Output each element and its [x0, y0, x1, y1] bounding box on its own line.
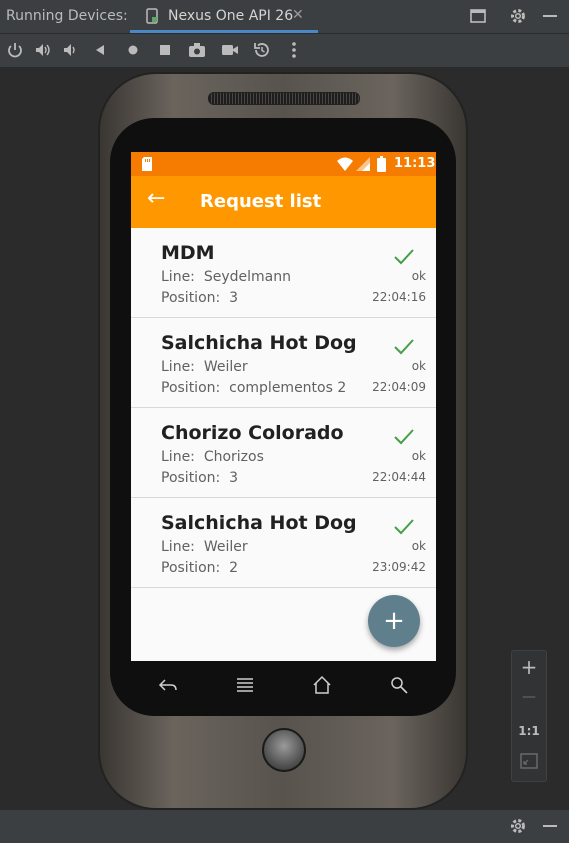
- list-item[interactable]: Salchicha Hot Dog Line: Weiler Position:…: [131, 318, 436, 408]
- request-time: 23:09:42: [372, 560, 426, 574]
- nav-search-icon[interactable]: [388, 674, 410, 696]
- phone-nav-keys: [131, 662, 436, 706]
- device-tab-label: Nexus One API 26: [168, 8, 294, 24]
- zoom-in-button[interactable]: +: [512, 655, 546, 679]
- position-value: 3: [229, 290, 239, 306]
- request-name: Chorizo Colorado: [161, 422, 344, 444]
- zoom-out-button[interactable]: —: [512, 689, 546, 705]
- fit-screen-icon[interactable]: [520, 753, 538, 769]
- wifi-icon: [337, 157, 353, 171]
- position-value: 3: [229, 470, 239, 486]
- request-position: Position: complementos 2: [161, 380, 346, 396]
- panel-title: Running Devices:: [6, 8, 128, 24]
- sd-card-icon: [142, 157, 152, 171]
- line-label: Line:: [161, 539, 195, 555]
- checkmark-icon: [394, 429, 414, 445]
- request-time: 22:04:16: [372, 290, 426, 304]
- page-title: Request list: [200, 191, 322, 212]
- more-options-icon[interactable]: [284, 40, 304, 60]
- list-item[interactable]: Chorizo Colorado Line: Chorizos Position…: [131, 408, 436, 498]
- line-value: Chorizos: [203, 449, 264, 465]
- window-layout-icon[interactable]: [468, 6, 488, 26]
- list-item[interactable]: MDM Line: Seydelmann Position: 3 ok 22:0…: [131, 228, 436, 318]
- device-icon: [146, 8, 158, 24]
- record-video-icon[interactable]: [220, 40, 240, 60]
- volume-up-icon[interactable]: [33, 40, 53, 60]
- nav-home-icon[interactable]: [311, 674, 333, 696]
- zoom-actual-size-button[interactable]: 1:1: [512, 724, 546, 738]
- volume-down-icon[interactable]: [61, 40, 81, 60]
- request-name: Salchicha Hot Dog: [161, 512, 357, 534]
- request-status: ok: [411, 269, 426, 283]
- phone-trackball[interactable]: [262, 728, 306, 772]
- zoom-controls: + — 1:1: [511, 650, 547, 782]
- status-time: 11:13: [394, 156, 436, 171]
- request-time: 22:04:44: [372, 470, 426, 484]
- app-bar: ← Request list: [131, 176, 436, 228]
- camera-icon[interactable]: [187, 40, 207, 60]
- request-line: Line: Weiler: [161, 539, 248, 555]
- nav-back-icon[interactable]: [157, 674, 179, 696]
- plus-icon: +: [383, 606, 405, 636]
- hide-panel-icon[interactable]: [540, 816, 560, 836]
- request-line: Line: Chorizos: [161, 449, 264, 465]
- request-name: MDM: [161, 242, 215, 264]
- device-tab[interactable]: Nexus One API 26 ✕: [130, 0, 318, 33]
- line-label: Line:: [161, 449, 195, 465]
- request-status: ok: [411, 359, 426, 373]
- request-name: Salchicha Hot Dog: [161, 332, 357, 354]
- tab-underline: [130, 30, 318, 33]
- position-label: Position:: [161, 380, 221, 396]
- line-value: Weiler: [203, 359, 248, 375]
- line-value: Weiler: [203, 539, 248, 555]
- android-status-bar: 11:13: [131, 152, 436, 176]
- signal-icon: [356, 157, 370, 171]
- line-label: Line:: [161, 359, 195, 375]
- emulator-toolbar: [0, 34, 569, 67]
- phone-speaker: [208, 92, 360, 105]
- power-icon[interactable]: [5, 40, 25, 60]
- minimize-icon[interactable]: [540, 6, 560, 26]
- request-status: ok: [411, 449, 426, 463]
- overview-icon[interactable]: [155, 40, 175, 60]
- position-label: Position:: [161, 290, 221, 306]
- position-label: Position:: [161, 470, 221, 486]
- line-value: Seydelmann: [203, 269, 291, 285]
- request-status: ok: [411, 539, 426, 553]
- battery-icon: [377, 156, 386, 172]
- close-tab-icon[interactable]: ✕: [292, 7, 304, 23]
- request-time: 22:04:09: [372, 380, 426, 394]
- ide-top-bar: Running Devices: Nexus One API 26 ✕: [0, 0, 569, 34]
- request-position: Position: 3: [161, 470, 238, 486]
- checkmark-icon: [394, 519, 414, 535]
- position-value: complementos 2: [229, 380, 347, 396]
- request-line: Line: Seydelmann: [161, 269, 291, 285]
- device-screen: 11:13 ← Request list MDM Line: Seydelman…: [131, 152, 436, 661]
- gear-icon[interactable]: [508, 6, 528, 26]
- ide-bottom-bar: [0, 810, 569, 843]
- checkmark-icon: [394, 249, 414, 265]
- request-list: MDM Line: Seydelmann Position: 3 ok 22:0…: [131, 228, 436, 588]
- settings-gear-icon[interactable]: [508, 816, 528, 836]
- snapshot-history-icon[interactable]: [252, 40, 272, 60]
- line-label: Line:: [161, 269, 195, 285]
- request-position: Position: 3: [161, 290, 238, 306]
- request-position: Position: 2: [161, 560, 238, 576]
- back-arrow-icon[interactable]: ←: [147, 186, 165, 211]
- back-icon[interactable]: [90, 40, 110, 60]
- position-value: 2: [229, 560, 239, 576]
- checkmark-icon: [394, 339, 414, 355]
- nav-menu-icon[interactable]: [234, 674, 256, 696]
- list-item[interactable]: Salchicha Hot Dog Line: Weiler Position:…: [131, 498, 436, 588]
- home-icon[interactable]: [123, 40, 143, 60]
- request-line: Line: Weiler: [161, 359, 248, 375]
- position-label: Position:: [161, 560, 221, 576]
- add-request-button[interactable]: +: [368, 595, 420, 647]
